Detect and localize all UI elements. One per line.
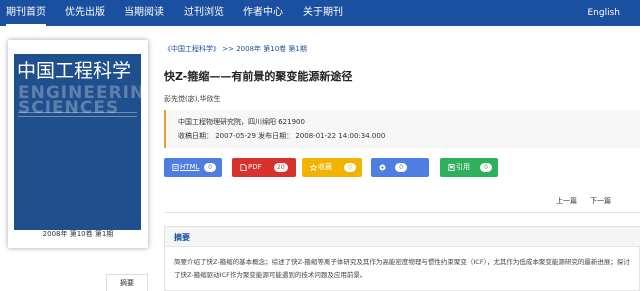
prev-article-link[interactable]: 上一篇	[556, 196, 577, 206]
quote-icon	[448, 164, 455, 171]
pdf-count-badge: 20	[274, 163, 288, 172]
cover-issue-caption: 2008年 第10卷 第1期	[42, 230, 114, 238]
cite-count-badge: 0	[480, 163, 492, 172]
breadcrumb-separator: >>	[222, 45, 234, 53]
cover-rule	[18, 116, 137, 117]
article-authors[interactable]: 彭先觉(宓),华欣生	[164, 94, 221, 104]
abstract-header: 摘要	[165, 227, 640, 247]
nav-current-issue[interactable]: 当期阅读	[124, 0, 164, 26]
tab-abstract[interactable]: 摘要	[106, 274, 148, 291]
article-title: 快Z-箍缩——有前景的聚变能源新途径	[164, 70, 353, 83]
breadcrumb-journal[interactable]: 《中国工程科学》	[164, 45, 220, 53]
journal-cover-card: 中国工程科学 ENGINEERING SCIENCES 2008年 第10卷 第…	[8, 40, 148, 248]
language-switch[interactable]: English	[588, 0, 621, 26]
share-button[interactable]: 0	[371, 158, 429, 177]
document-icon	[172, 164, 179, 171]
page: 期刊首页 优先出版 当期阅读 过刊浏览 作者中心 关于期刊 English 中国…	[0, 0, 640, 291]
journal-cover-image[interactable]: 中国工程科学 ENGINEERING SCIENCES	[14, 54, 141, 230]
cite-button-label: 引用	[456, 163, 470, 171]
favorite-button[interactable]: 收藏 0	[302, 158, 362, 177]
star-icon	[310, 164, 317, 171]
cover-title: 中国工程科学	[17, 60, 132, 82]
favorite-count-badge: 0	[344, 163, 356, 172]
share-count-badge: 0	[395, 163, 407, 172]
article-info-box: 中国工程物理研究院，四川绵阳 621900 收稿日期： 2007-05-29 发…	[164, 110, 640, 148]
abstract-text: 简要介绍了快Z-箍缩的基本概念；综述了快Z-箍缩等离子体研究及其作为高能密度物理…	[174, 258, 630, 279]
share-icon	[379, 164, 386, 171]
html-button-label: HTML	[180, 163, 200, 171]
html-button[interactable]: HTML 0	[164, 158, 222, 177]
author-affiliation: 中国工程物理研究院，四川绵阳 621900	[178, 118, 305, 126]
breadcrumb-issue[interactable]: 2008年 第10卷 第1期	[236, 45, 307, 53]
html-count-badge: 0	[204, 163, 216, 172]
nav-archive[interactable]: 过刊浏览	[184, 0, 224, 26]
nav-author-center[interactable]: 作者中心	[243, 0, 283, 26]
divider	[164, 212, 640, 213]
favorite-button-label: 收藏	[318, 163, 332, 171]
cite-button[interactable]: 引用 0	[440, 158, 498, 177]
article-dates: 收稿日期： 2007-05-29 发布日期： 2008-01-22 14:00:…	[178, 132, 386, 140]
abstract-heading: 摘要	[174, 233, 190, 242]
pdf-button-label: PDF	[248, 163, 262, 171]
nav-home[interactable]: 期刊首页	[6, 0, 46, 26]
next-article-link[interactable]: 下一篇	[590, 196, 611, 206]
nav-priority[interactable]: 优先出版	[65, 0, 105, 26]
abstract-panel: 摘要 简要介绍了快Z-箍缩的基本概念；综述了快Z-箍缩等离子体研究及其作为高能密…	[164, 226, 640, 291]
top-nav: 期刊首页 优先出版 当期阅读 过刊浏览 作者中心 关于期刊 English	[0, 0, 640, 26]
pdf-icon	[240, 164, 247, 171]
pdf-button[interactable]: PDF 20	[232, 158, 296, 177]
cover-rule	[18, 112, 137, 113]
nav-about[interactable]: 关于期刊	[303, 0, 343, 26]
breadcrumb: 《中国工程科学》 >> 2008年 第10卷 第1期	[164, 44, 307, 54]
